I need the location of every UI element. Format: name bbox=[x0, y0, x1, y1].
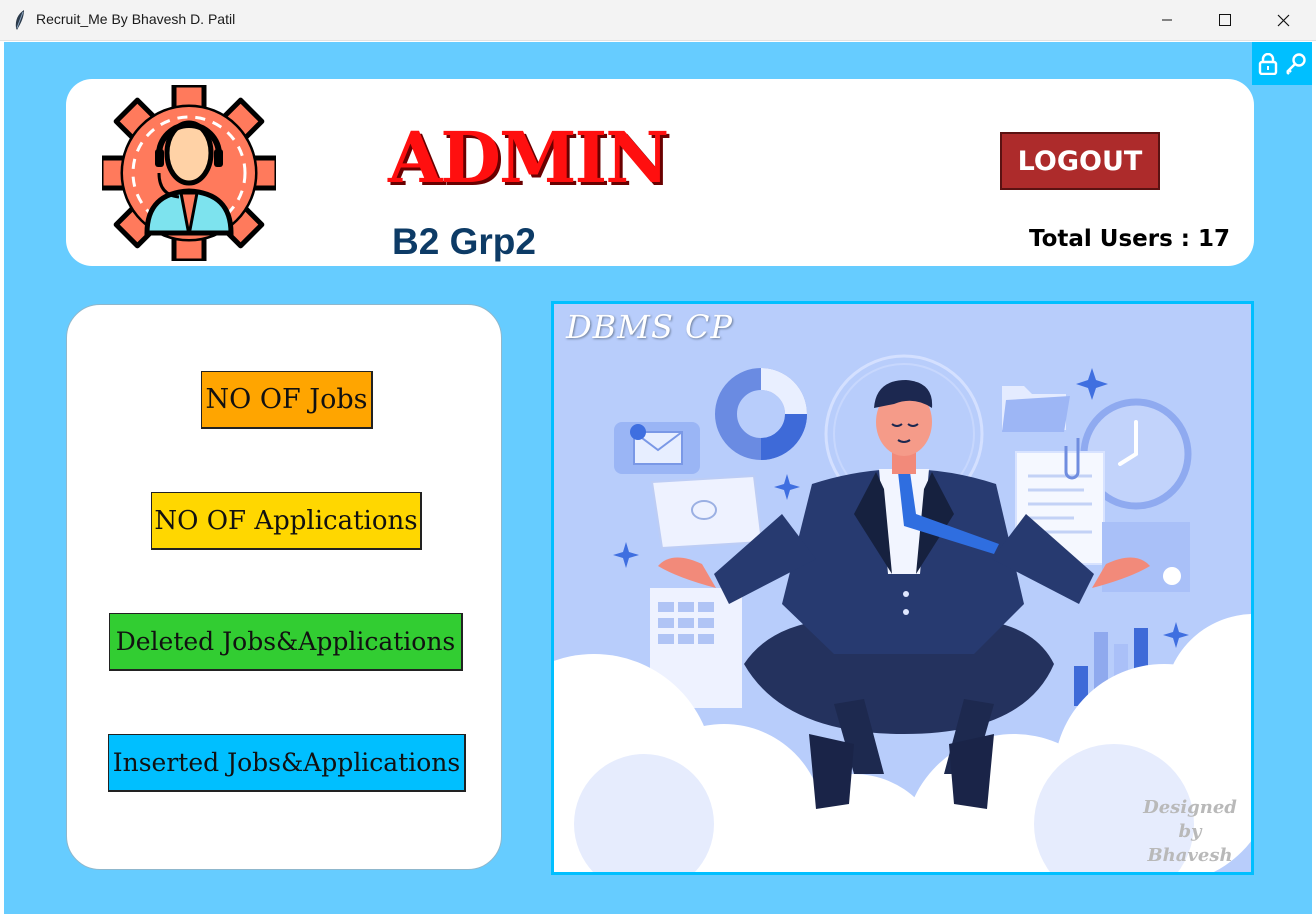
window-title: Recruit_Me By Bhavesh D. Patil bbox=[36, 11, 236, 27]
maximize-icon bbox=[1219, 14, 1231, 26]
page-title: ADMIN bbox=[388, 116, 669, 199]
illustration-artwork bbox=[554, 354, 1251, 872]
watermark-title: DBMS CP bbox=[566, 308, 734, 346]
key-icon bbox=[1286, 52, 1306, 75]
stats-menu-panel: NO OF Jobs NO OF Applications Deleted Jo… bbox=[66, 304, 502, 870]
close-button[interactable] bbox=[1254, 0, 1312, 40]
no-of-jobs-button[interactable]: NO OF Jobs bbox=[201, 371, 373, 429]
minimize-icon bbox=[1162, 19, 1172, 21]
watermark-line-1: Designed by bbox=[1143, 797, 1237, 842]
no-of-applications-button[interactable]: NO OF Applications bbox=[151, 492, 422, 550]
security-badge[interactable] bbox=[1252, 42, 1312, 85]
group-label: B2 Grp2 bbox=[392, 221, 536, 262]
meditating-businessman-illustration: DBMS CP Designed by Bhavesh bbox=[551, 301, 1254, 875]
inserted-jobs-applications-button[interactable]: Inserted Jobs&Applications bbox=[108, 734, 466, 792]
window-titlebar[interactable]: Recruit_Me By Bhavesh D. Patil bbox=[0, 0, 1316, 41]
watermark-line-2: Bhavesh bbox=[1147, 845, 1233, 866]
app-client-area: ADMIN B2 Grp2 LOGOUT Total Users : 17 NO… bbox=[4, 42, 1312, 914]
feather-app-icon bbox=[15, 10, 24, 30]
close-icon bbox=[1277, 14, 1289, 26]
deleted-jobs-applications-button[interactable]: Deleted Jobs&Applications bbox=[109, 613, 463, 671]
total-users-count: Total Users : 17 bbox=[1028, 226, 1230, 252]
designer-watermark: Designed by Bhavesh bbox=[1135, 796, 1245, 868]
minimize-button[interactable] bbox=[1138, 0, 1196, 40]
admin-header-card: ADMIN B2 Grp2 LOGOUT Total Users : 17 bbox=[66, 79, 1254, 266]
maximize-button[interactable] bbox=[1196, 0, 1254, 40]
admin-gear-logo-icon bbox=[102, 85, 276, 261]
logout-button[interactable]: LOGOUT bbox=[1000, 132, 1160, 190]
lock-icon bbox=[1258, 52, 1278, 75]
